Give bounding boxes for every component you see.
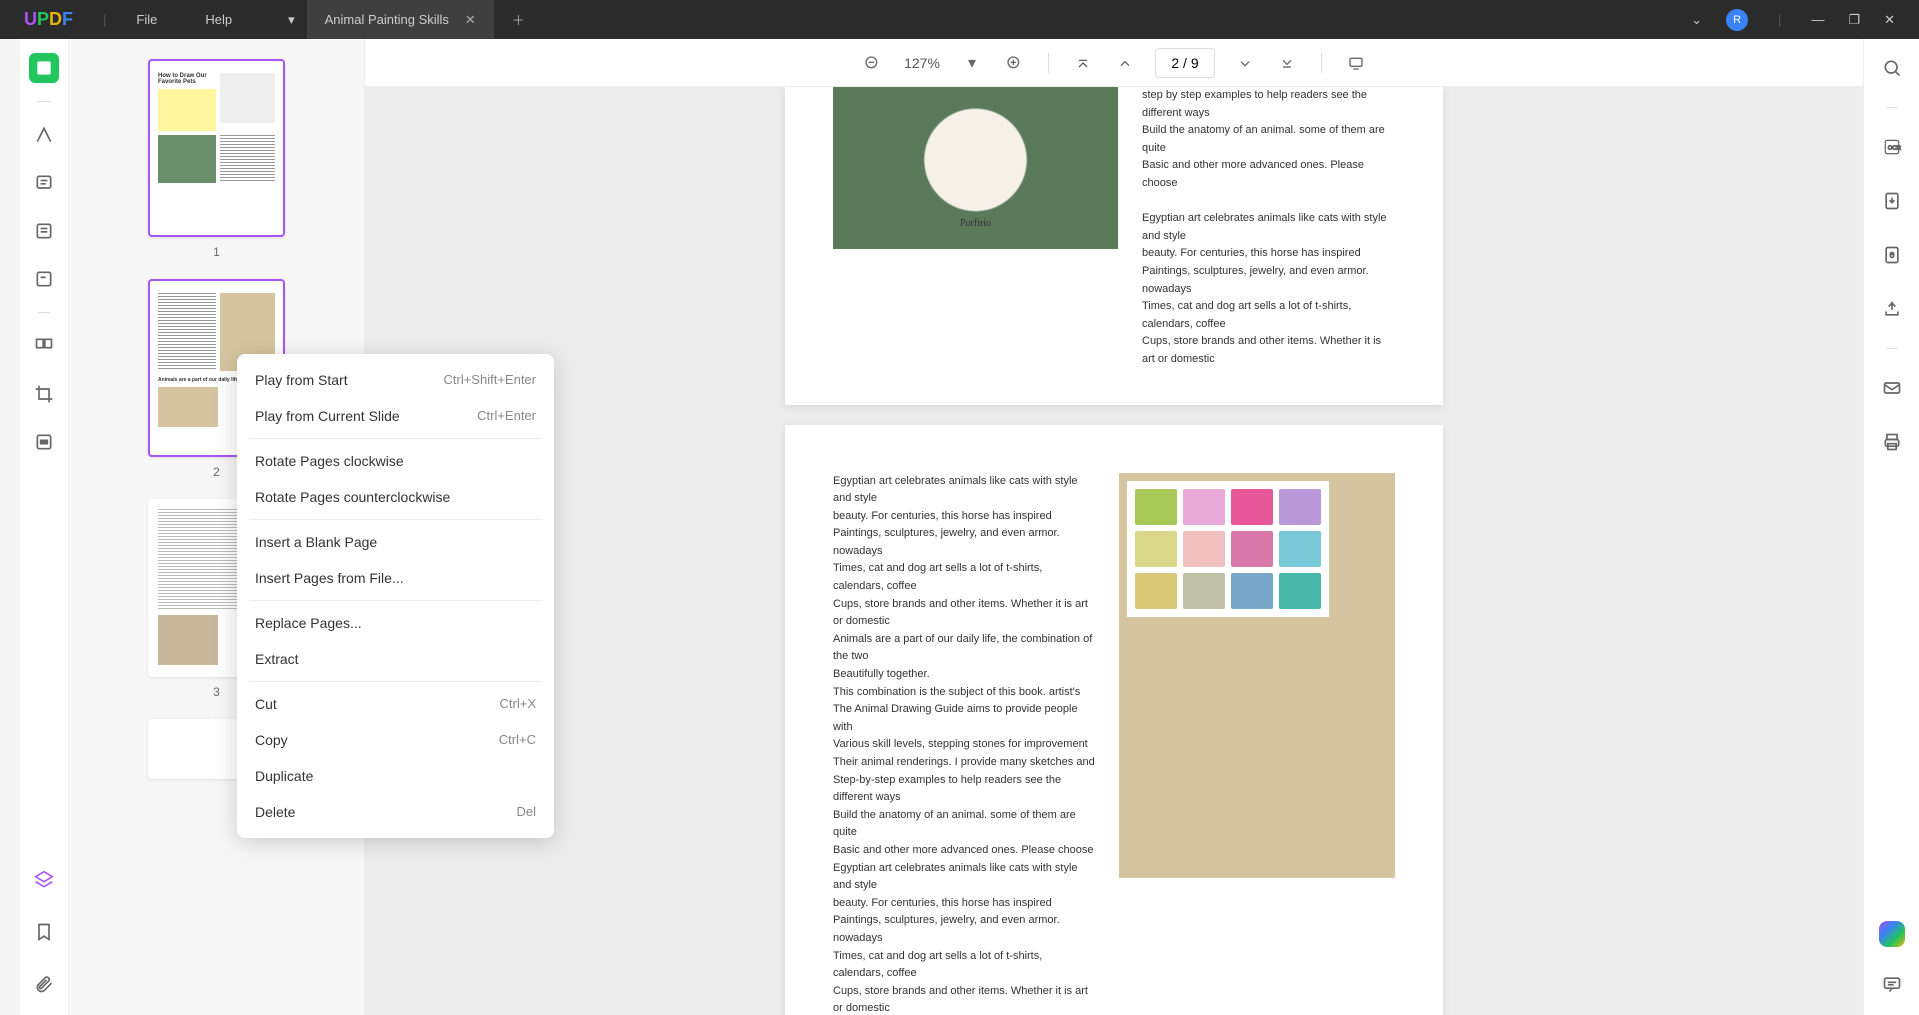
share-icon[interactable]: [1877, 294, 1907, 324]
context-menu: Play from StartCtrl+Shift+Enter Play fro…: [237, 354, 554, 838]
ctx-rotate-cw[interactable]: Rotate Pages clockwise: [237, 443, 554, 479]
first-page-button[interactable]: [1071, 51, 1095, 75]
user-avatar[interactable]: R: [1726, 9, 1748, 31]
right-toolbar: OCR: [1863, 39, 1919, 1015]
separator: |: [1772, 12, 1787, 27]
organize-tool[interactable]: [29, 331, 59, 361]
chevron-down-icon[interactable]: ⌄: [1691, 12, 1702, 28]
form-tool[interactable]: [29, 264, 59, 294]
close-button[interactable]: ✕: [1884, 12, 1895, 28]
zoom-in-button[interactable]: [1002, 51, 1026, 75]
document-text: Egyptian art celebrates animals like cat…: [833, 473, 1095, 1015]
page-indicator[interactable]: 2 / 9: [1155, 48, 1215, 78]
document-text: step by step examples to help readers se…: [1142, 87, 1395, 369]
ocr-icon[interactable]: OCR: [1877, 132, 1907, 162]
thumb-image: [158, 615, 218, 665]
bookmark-icon[interactable]: [29, 917, 59, 947]
app-logo: UPDF: [0, 9, 97, 30]
pages-scroll[interactable]: Porfirio step by step examples to help r…: [365, 87, 1863, 1015]
zoom-out-button[interactable]: [860, 51, 884, 75]
presentation-button[interactable]: [1344, 51, 1368, 75]
thumbnail-item[interactable]: How to Draw Our Favorite Pets 1: [109, 59, 324, 259]
prev-page-button[interactable]: [1113, 51, 1137, 75]
ctx-extract[interactable]: Extract: [237, 641, 554, 677]
document-image: [1119, 473, 1395, 878]
tab-title: Animal Painting Skills: [325, 12, 449, 27]
comment-tool[interactable]: [29, 168, 59, 198]
zoom-dropdown[interactable]: ▾: [960, 51, 984, 75]
divider: [249, 600, 542, 601]
redact-tool[interactable]: [29, 427, 59, 457]
separator: [1321, 53, 1322, 73]
tabs-container: ▾ Animal Painting Skills ✕ ＋: [276, 0, 543, 39]
thumb-page-number: 1: [109, 245, 324, 259]
page-thumbnail-1[interactable]: How to Draw Our Favorite Pets: [148, 59, 285, 237]
svg-text:OCR: OCR: [1887, 146, 1900, 152]
zoom-level: 127%: [902, 55, 942, 71]
ctx-duplicate[interactable]: Duplicate: [237, 758, 554, 794]
document-page-1: Porfirio step by step examples to help r…: [785, 87, 1443, 405]
thumb-image: [158, 135, 216, 183]
chat-icon[interactable]: [1877, 969, 1907, 999]
thumb-image: [220, 73, 275, 123]
window-controls: ⌄ R | — ❐ ✕: [1667, 9, 1919, 31]
reader-tool[interactable]: [29, 53, 59, 83]
divider: [38, 312, 50, 313]
document-page-2: Egyptian art celebrates animals like cat…: [785, 425, 1443, 1015]
document-image: Porfirio: [833, 87, 1118, 249]
titlebar: UPDF | File Help ▾ Animal Painting Skill…: [0, 0, 1919, 39]
crop-tool[interactable]: [29, 379, 59, 409]
next-page-button[interactable]: [1233, 51, 1257, 75]
highlight-tool[interactable]: [29, 120, 59, 150]
minimize-button[interactable]: —: [1811, 12, 1824, 27]
ctx-rotate-ccw[interactable]: Rotate Pages counterclockwise: [237, 479, 554, 515]
protect-icon[interactable]: [1877, 240, 1907, 270]
last-page-button[interactable]: [1275, 51, 1299, 75]
layers-icon[interactable]: [29, 865, 59, 895]
ctx-replace[interactable]: Replace Pages...: [237, 605, 554, 641]
attachment-icon[interactable]: [29, 969, 59, 999]
ctx-insert-file[interactable]: Insert Pages from File...: [237, 560, 554, 596]
tab-dropdown[interactable]: ▾: [276, 0, 307, 39]
document-viewport: 127% ▾ 2 / 9 Porfirio step by step e: [365, 39, 1863, 1015]
thumb-image: [158, 387, 218, 427]
print-icon[interactable]: [1877, 427, 1907, 457]
ctx-cut[interactable]: CutCtrl+X: [237, 686, 554, 722]
chevron-down-icon: ▾: [288, 12, 295, 28]
maximize-button[interactable]: ❐: [1848, 12, 1860, 28]
divider: [1886, 107, 1898, 108]
export-icon[interactable]: [1877, 186, 1907, 216]
help-menu[interactable]: Help: [181, 12, 256, 27]
ctx-play-from-current[interactable]: Play from Current SlideCtrl+Enter: [237, 398, 554, 434]
separator: |: [97, 12, 112, 27]
file-menu[interactable]: File: [112, 12, 181, 27]
ctx-copy[interactable]: CopyCtrl+C: [237, 722, 554, 758]
new-tab-button[interactable]: ＋: [494, 0, 543, 39]
divider: [1886, 348, 1898, 349]
search-icon[interactable]: [1877, 53, 1907, 83]
thumb-title: How to Draw Our Favorite Pets: [158, 73, 216, 85]
close-tab-icon[interactable]: ✕: [465, 12, 476, 28]
ai-assistant-icon[interactable]: [1879, 921, 1905, 947]
left-toolbar: [20, 39, 69, 1015]
ctx-delete[interactable]: DeleteDel: [237, 794, 554, 830]
view-toolbar: 127% ▾ 2 / 9: [365, 39, 1863, 87]
divider: [38, 101, 50, 102]
divider: [249, 519, 542, 520]
email-icon[interactable]: [1877, 373, 1907, 403]
ctx-play-from-start[interactable]: Play from StartCtrl+Shift+Enter: [237, 362, 554, 398]
divider: [249, 681, 542, 682]
separator: [1048, 53, 1049, 73]
document-tab[interactable]: Animal Painting Skills ✕: [307, 0, 494, 39]
divider: [249, 438, 542, 439]
edit-tool[interactable]: [29, 216, 59, 246]
ctx-insert-blank[interactable]: Insert a Blank Page: [237, 524, 554, 560]
